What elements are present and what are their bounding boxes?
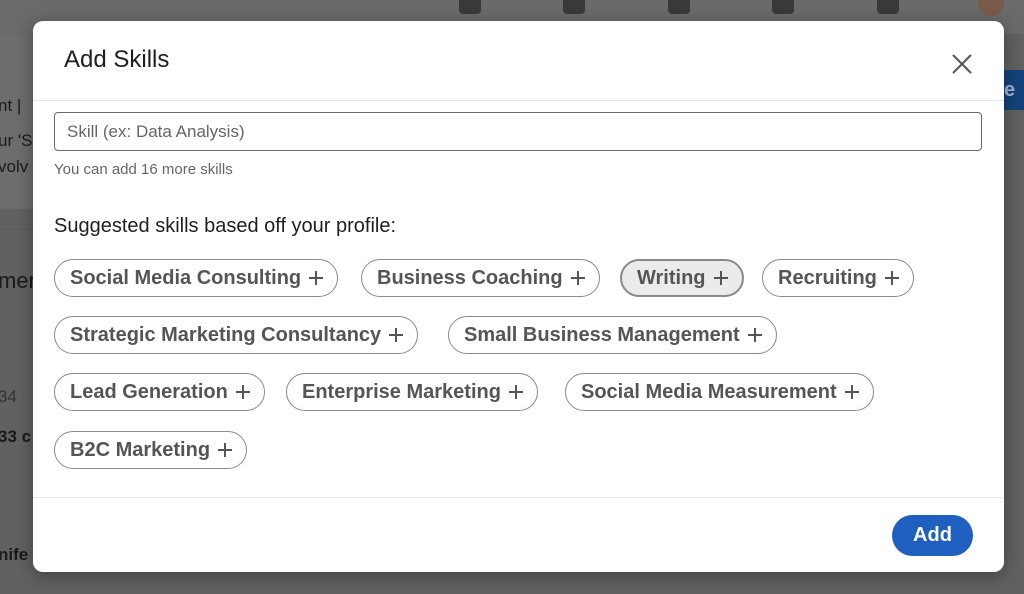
skill-pill-label: Social Media Measurement [581, 380, 837, 403]
plus-icon [884, 271, 899, 285]
skills-remaining-hint: You can add 16 more skills [54, 161, 233, 178]
background-button: e s [1004, 70, 1024, 110]
skill-pill-label: Recruiting [778, 266, 877, 289]
background-text: ur 'S [0, 131, 33, 150]
plus-icon [218, 443, 233, 457]
divider [0, 229, 33, 230]
avatar [978, 0, 1004, 16]
network-icon [563, 0, 585, 14]
modal-title: Add Skills [64, 46, 170, 73]
skill-pill-label: Lead Generation [70, 380, 228, 403]
skill-pill-label: Small Business Management [464, 323, 740, 346]
background-card [0, 34, 33, 209]
suggested-skills-heading: Suggested skills based off your profile: [54, 215, 397, 237]
messaging-icon [772, 0, 794, 14]
modal-header: Add Skills [33, 21, 1004, 101]
background-text: volv [0, 157, 29, 176]
skill-pill-label: Social Media Consulting [70, 266, 302, 289]
skill-pill-enterprise-marketing[interactable]: Enterprise Marketing [286, 373, 538, 411]
background-text: 34 [0, 387, 17, 406]
skill-pill-b2c-marketing[interactable]: B2C Marketing [54, 431, 248, 469]
background-text: nt | [0, 96, 22, 115]
skill-pill-label: Writing [637, 266, 706, 289]
plus-icon [309, 271, 324, 285]
skill-pill-label: B2C Marketing [70, 438, 211, 461]
notifications-icon [877, 0, 899, 14]
skill-pill-recruiting[interactable]: Recruiting [762, 259, 914, 297]
add-skills-modal: Add Skills You can add 16 more skills Su… [33, 21, 1004, 572]
plus-icon [508, 385, 523, 399]
skill-pill-social-media-measurement[interactable]: Social Media Measurement [565, 373, 874, 411]
plus-icon [570, 271, 585, 285]
background-text: mer [0, 268, 36, 293]
modal-footer [33, 497, 1004, 572]
skill-pill-strategic-marketing-consultancy[interactable]: Strategic Marketing Consultancy [54, 316, 419, 354]
skill-pill-label: Strategic Marketing Consultancy [70, 323, 382, 346]
plus-icon [235, 385, 250, 399]
skill-search-input[interactable] [54, 112, 982, 151]
background-text: nife [0, 545, 29, 564]
plus-icon [747, 328, 762, 342]
plus-icon [713, 271, 728, 285]
skill-pill-label: Business Coaching [377, 266, 563, 289]
jobs-icon [668, 0, 690, 14]
skill-pill-small-business-management[interactable]: Small Business Management [448, 316, 777, 354]
home-icon [459, 0, 481, 14]
skill-pill-business-coaching[interactable]: Business Coaching [361, 259, 600, 297]
plus-icon [389, 328, 404, 342]
add-button[interactable]: Add [892, 515, 973, 556]
background-text: 33 c [0, 427, 32, 446]
skill-pill-social-media-consulting[interactable]: Social Media Consulting [54, 259, 339, 297]
skill-pill-lead-generation[interactable]: Lead Generation [54, 373, 265, 411]
skill-pill-writing[interactable]: Writing [620, 259, 744, 297]
skill-pill-label: Enterprise Marketing [302, 380, 501, 403]
plus-icon [844, 385, 859, 399]
close-icon[interactable] [947, 49, 977, 79]
